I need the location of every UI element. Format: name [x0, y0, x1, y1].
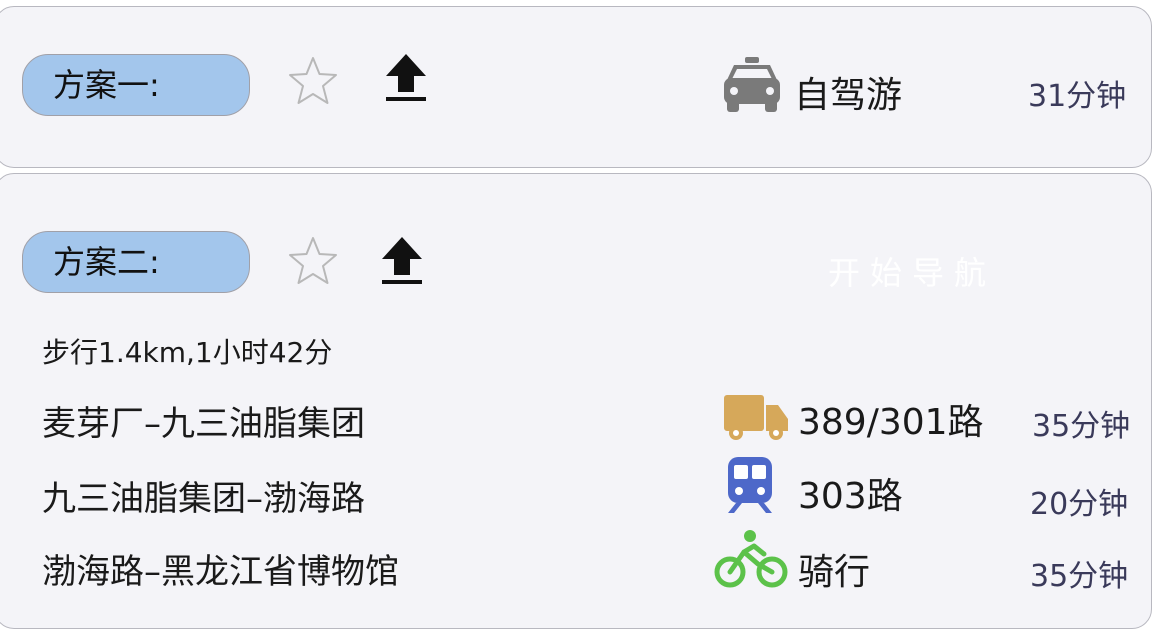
segment-mode: 骑行: [798, 552, 871, 593]
plan-1-mode-label: 自驾游: [794, 75, 903, 116]
truck-icon: [724, 395, 788, 440]
segment-mode: 303路: [798, 476, 903, 517]
segment-duration: 20分钟: [1030, 487, 1129, 522]
upload-icon[interactable]: [384, 52, 428, 102]
segment-route: 麦芽厂–九三油脂集团: [42, 404, 365, 444]
plan-2-pill[interactable]: 方案二:: [22, 231, 250, 293]
plan-1-pill[interactable]: 方案一:: [22, 54, 250, 116]
segment-mode: 389/301路: [798, 402, 984, 443]
route-summary: 步行1.4km,1小时42分: [42, 336, 333, 369]
star-icon[interactable]: [286, 234, 340, 288]
segment-route: 九三油脂集团–渤海路: [42, 479, 365, 519]
plan-1-duration: 31分钟: [1028, 79, 1127, 114]
train-icon: [728, 457, 772, 513]
plan-2-label: 方案二:: [53, 243, 160, 281]
segment-route: 渤海路–黑龙江省博物馆: [42, 552, 399, 592]
segment-duration: 35分钟: [1030, 559, 1129, 594]
upload-icon[interactable]: [380, 235, 424, 285]
plan-1-label: 方案一:: [53, 66, 160, 104]
segment-duration: 35分钟: [1032, 409, 1131, 444]
start-navigation-button[interactable]: 开始导航: [828, 248, 996, 294]
bicycle-icon: [714, 530, 788, 588]
car-icon: [724, 57, 780, 112]
star-icon[interactable]: [286, 54, 340, 108]
